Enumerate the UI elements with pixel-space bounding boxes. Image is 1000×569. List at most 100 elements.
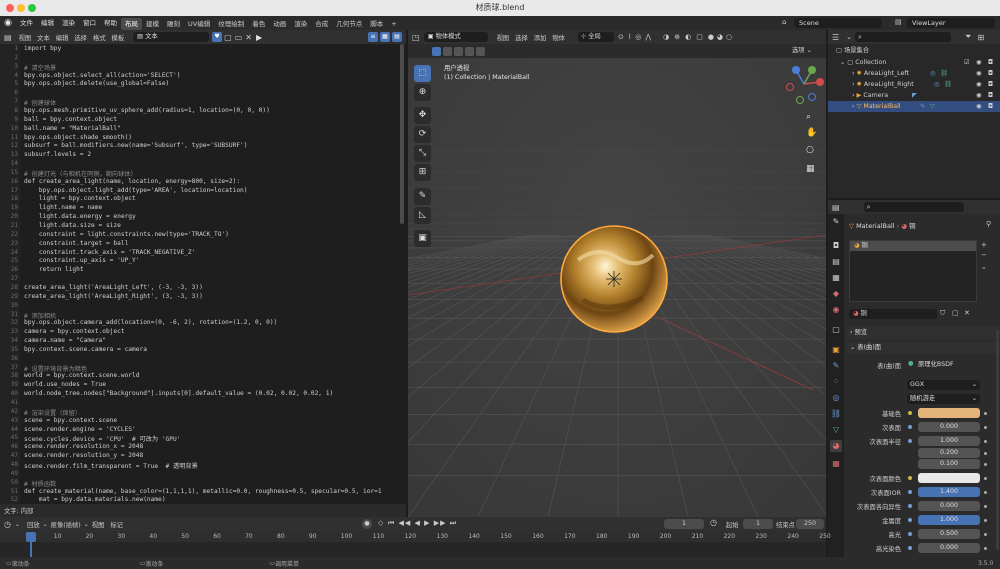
view-layer-name[interactable]: ViewLayer <box>907 18 995 28</box>
expand-arrow-icon[interactable]: › <box>828 81 855 88</box>
unlink-material-icon[interactable]: ✕ <box>964 309 970 317</box>
slot-menu-icon[interactable]: ⌄ <box>981 262 987 272</box>
fake-user-icon[interactable]: ♥ <box>212 32 223 42</box>
eye-icon[interactable]: ◉ <box>976 90 982 101</box>
keyframe-dot-icon[interactable] <box>984 440 987 443</box>
add-cube-tool[interactable]: ▣ <box>414 230 431 247</box>
render-camera-icon[interactable]: ◘ <box>988 79 993 90</box>
measure-tool[interactable]: ◺ <box>414 207 431 224</box>
transform-orientation-selector[interactable]: ⊹ 全局 <box>577 32 614 42</box>
socket-dot-icon[interactable] <box>908 490 912 494</box>
outliner-collection[interactable]: ⌄ ▢ Collection ☑ ◉ ◘ <box>828 57 1000 68</box>
text-menu-edit[interactable]: 编辑 <box>53 33 72 42</box>
physics-tab-icon[interactable]: ◎ <box>830 392 842 404</box>
expand-arrow-icon[interactable]: › <box>828 70 855 77</box>
annotate-tool[interactable]: ✎ <box>414 188 431 205</box>
open-text-icon[interactable]: ▭ <box>235 33 243 42</box>
outliner-item-materialball[interactable]: › ▽ MaterialBall ✎ ▽ ◉ ◘ <box>828 101 1000 112</box>
tab-geometry-nodes[interactable]: 几何节点 <box>332 18 366 30</box>
duplicate-material-icon[interactable]: ▢ <box>952 309 959 317</box>
shading-rendered-icon[interactable]: ○ <box>726 33 732 41</box>
keyframe-icon[interactable]: ◇ <box>378 519 383 527</box>
collection-tab-icon[interactable]: ▢ <box>830 324 842 336</box>
property-value-field[interactable]: 1.400 <box>918 487 980 497</box>
socket-dot-icon[interactable] <box>908 504 912 508</box>
pan-hand-icon[interactable]: ✋ <box>806 128 817 138</box>
subsurface-method-dropdown[interactable]: 随机游走 ⌄ <box>907 394 980 404</box>
view-layer-tab-icon[interactable]: ▦ <box>830 272 842 284</box>
property-value-field[interactable]: 1.000 <box>918 436 980 446</box>
menu-file[interactable]: 文件 <box>16 16 37 30</box>
material-datablock-field[interactable]: ◕ 铜 <box>849 309 937 319</box>
pivot-icon[interactable]: ⊙ <box>618 33 624 41</box>
keyframe-dot-icon[interactable] <box>984 463 987 466</box>
properties-scrollbar[interactable] <box>996 330 999 550</box>
property-value-field[interactable]: 1.000 <box>918 515 980 525</box>
properties-editor-type-icon[interactable]: ▤ <box>828 203 844 212</box>
gizmo-icon[interactable]: ⊕ <box>674 33 680 41</box>
line-numbers-toggle-icon[interactable]: ≡ <box>368 32 378 42</box>
menu-window[interactable]: 窗口 <box>79 16 100 30</box>
outliner-item-arealight-left[interactable]: › ✹ AreaLight_Left ◎ ⛓ ◉ ◘ <box>828 68 1000 79</box>
zoom-icon[interactable]: ⌕ <box>806 112 811 122</box>
select-mode-subtract-icon[interactable] <box>454 46 463 56</box>
property-value-field[interactable]: 0.500 <box>918 529 980 539</box>
viewport-menu-view[interactable]: 视图 <box>494 33 513 42</box>
scale-tool[interactable]: ⤡ <box>414 145 431 162</box>
camera-view-icon[interactable]: ⎔ <box>806 146 814 156</box>
tab-modeling[interactable]: 建模 <box>142 18 163 30</box>
particles-tab-icon[interactable]: ⁘ <box>830 376 842 388</box>
scene-name[interactable]: Scene <box>794 18 882 28</box>
playback-controls[interactable]: ⏮ ◀◀ ◀ ▶ ▶▶ ⏭ <box>388 519 457 528</box>
keyframe-dot-icon[interactable] <box>984 547 987 550</box>
shader-selector[interactable]: 原理化BSDF <box>918 360 980 370</box>
text-menu-view[interactable]: 视图 <box>16 33 35 42</box>
outliner-filter-icon[interactable]: ⌄ <box>843 33 855 41</box>
tab-texture-paint[interactable]: 纹理绘制 <box>214 18 248 30</box>
mode-selector[interactable]: ▣ 物体模式 <box>423 32 488 42</box>
viewport-editor-type-icon[interactable]: ◳ <box>408 33 424 42</box>
scene-tab-icon[interactable]: ◆ <box>830 288 842 300</box>
object-tab-icon[interactable]: ▣ <box>830 344 842 356</box>
outliner-editor-type-icon[interactable]: ☰ <box>828 33 843 42</box>
text-scrollbar[interactable] <box>400 44 404 224</box>
eye-icon[interactable]: ◉ <box>976 57 982 68</box>
timeline-editor-type-icon[interactable]: ◷ <box>0 520 15 529</box>
unlink-text-icon[interactable]: ✕ <box>245 33 252 42</box>
current-frame-field[interactable]: 1 <box>664 519 704 529</box>
perspective-toggle-icon[interactable]: ▦ <box>806 164 815 174</box>
viewport-canvas[interactable] <box>408 30 826 517</box>
tab-layout[interactable]: 布局 <box>121 17 142 30</box>
render-camera-icon[interactable]: ◘ <box>988 101 993 112</box>
color-swatch[interactable] <box>918 473 980 483</box>
end-frame-field[interactable]: 250 <box>796 519 824 529</box>
outliner-item-camera[interactable]: › ▶ Camera ◤ ◉ ◘ <box>828 90 1000 101</box>
properties-search-input[interactable]: ⌕ <box>863 202 964 212</box>
text-datablock-field[interactable]: ▤ 文本 <box>133 32 210 42</box>
add-workspace-button[interactable]: + <box>387 18 400 30</box>
tab-scripting[interactable]: 脚本 <box>366 18 387 30</box>
socket-dot-icon[interactable] <box>908 546 912 550</box>
socket-dot-icon[interactable] <box>908 411 912 415</box>
pin-icon[interactable]: ⚲ <box>986 220 991 228</box>
word-wrap-toggle-icon[interactable]: ▦ <box>380 32 390 42</box>
material-slot-item[interactable]: ◕ 铜 <box>850 241 976 251</box>
timeline-menu-view[interactable]: 视图 <box>89 520 108 529</box>
tab-sculpting[interactable]: 雕刻 <box>163 18 184 30</box>
stopwatch-icon[interactable]: ◷ <box>710 518 717 527</box>
shading-solid-icon[interactable]: ● <box>708 33 714 41</box>
select-mode-intersect-icon[interactable] <box>476 46 485 56</box>
select-mode-invert-icon[interactable] <box>465 46 474 56</box>
menu-edit[interactable]: 编辑 <box>37 16 58 30</box>
output-tab-icon[interactable]: ▤ <box>830 256 842 268</box>
render-camera-icon[interactable]: ◘ <box>988 90 993 101</box>
keyframe-dot-icon[interactable] <box>984 412 987 415</box>
property-value-field[interactable]: 0.100 <box>918 459 980 469</box>
fake-user-shield-icon[interactable]: ⛉ <box>940 309 945 318</box>
section-surface[interactable]: ⌄ 表(曲)面 <box>846 342 1000 354</box>
checkbox-icon[interactable]: ☑ <box>964 57 970 68</box>
transform-tool[interactable]: ⊞ <box>414 164 431 181</box>
texture-tab-icon[interactable]: ▦ <box>830 458 842 470</box>
menu-render[interactable]: 渲染 <box>58 16 79 30</box>
editor-type-icon[interactable]: ▤ <box>0 33 16 42</box>
